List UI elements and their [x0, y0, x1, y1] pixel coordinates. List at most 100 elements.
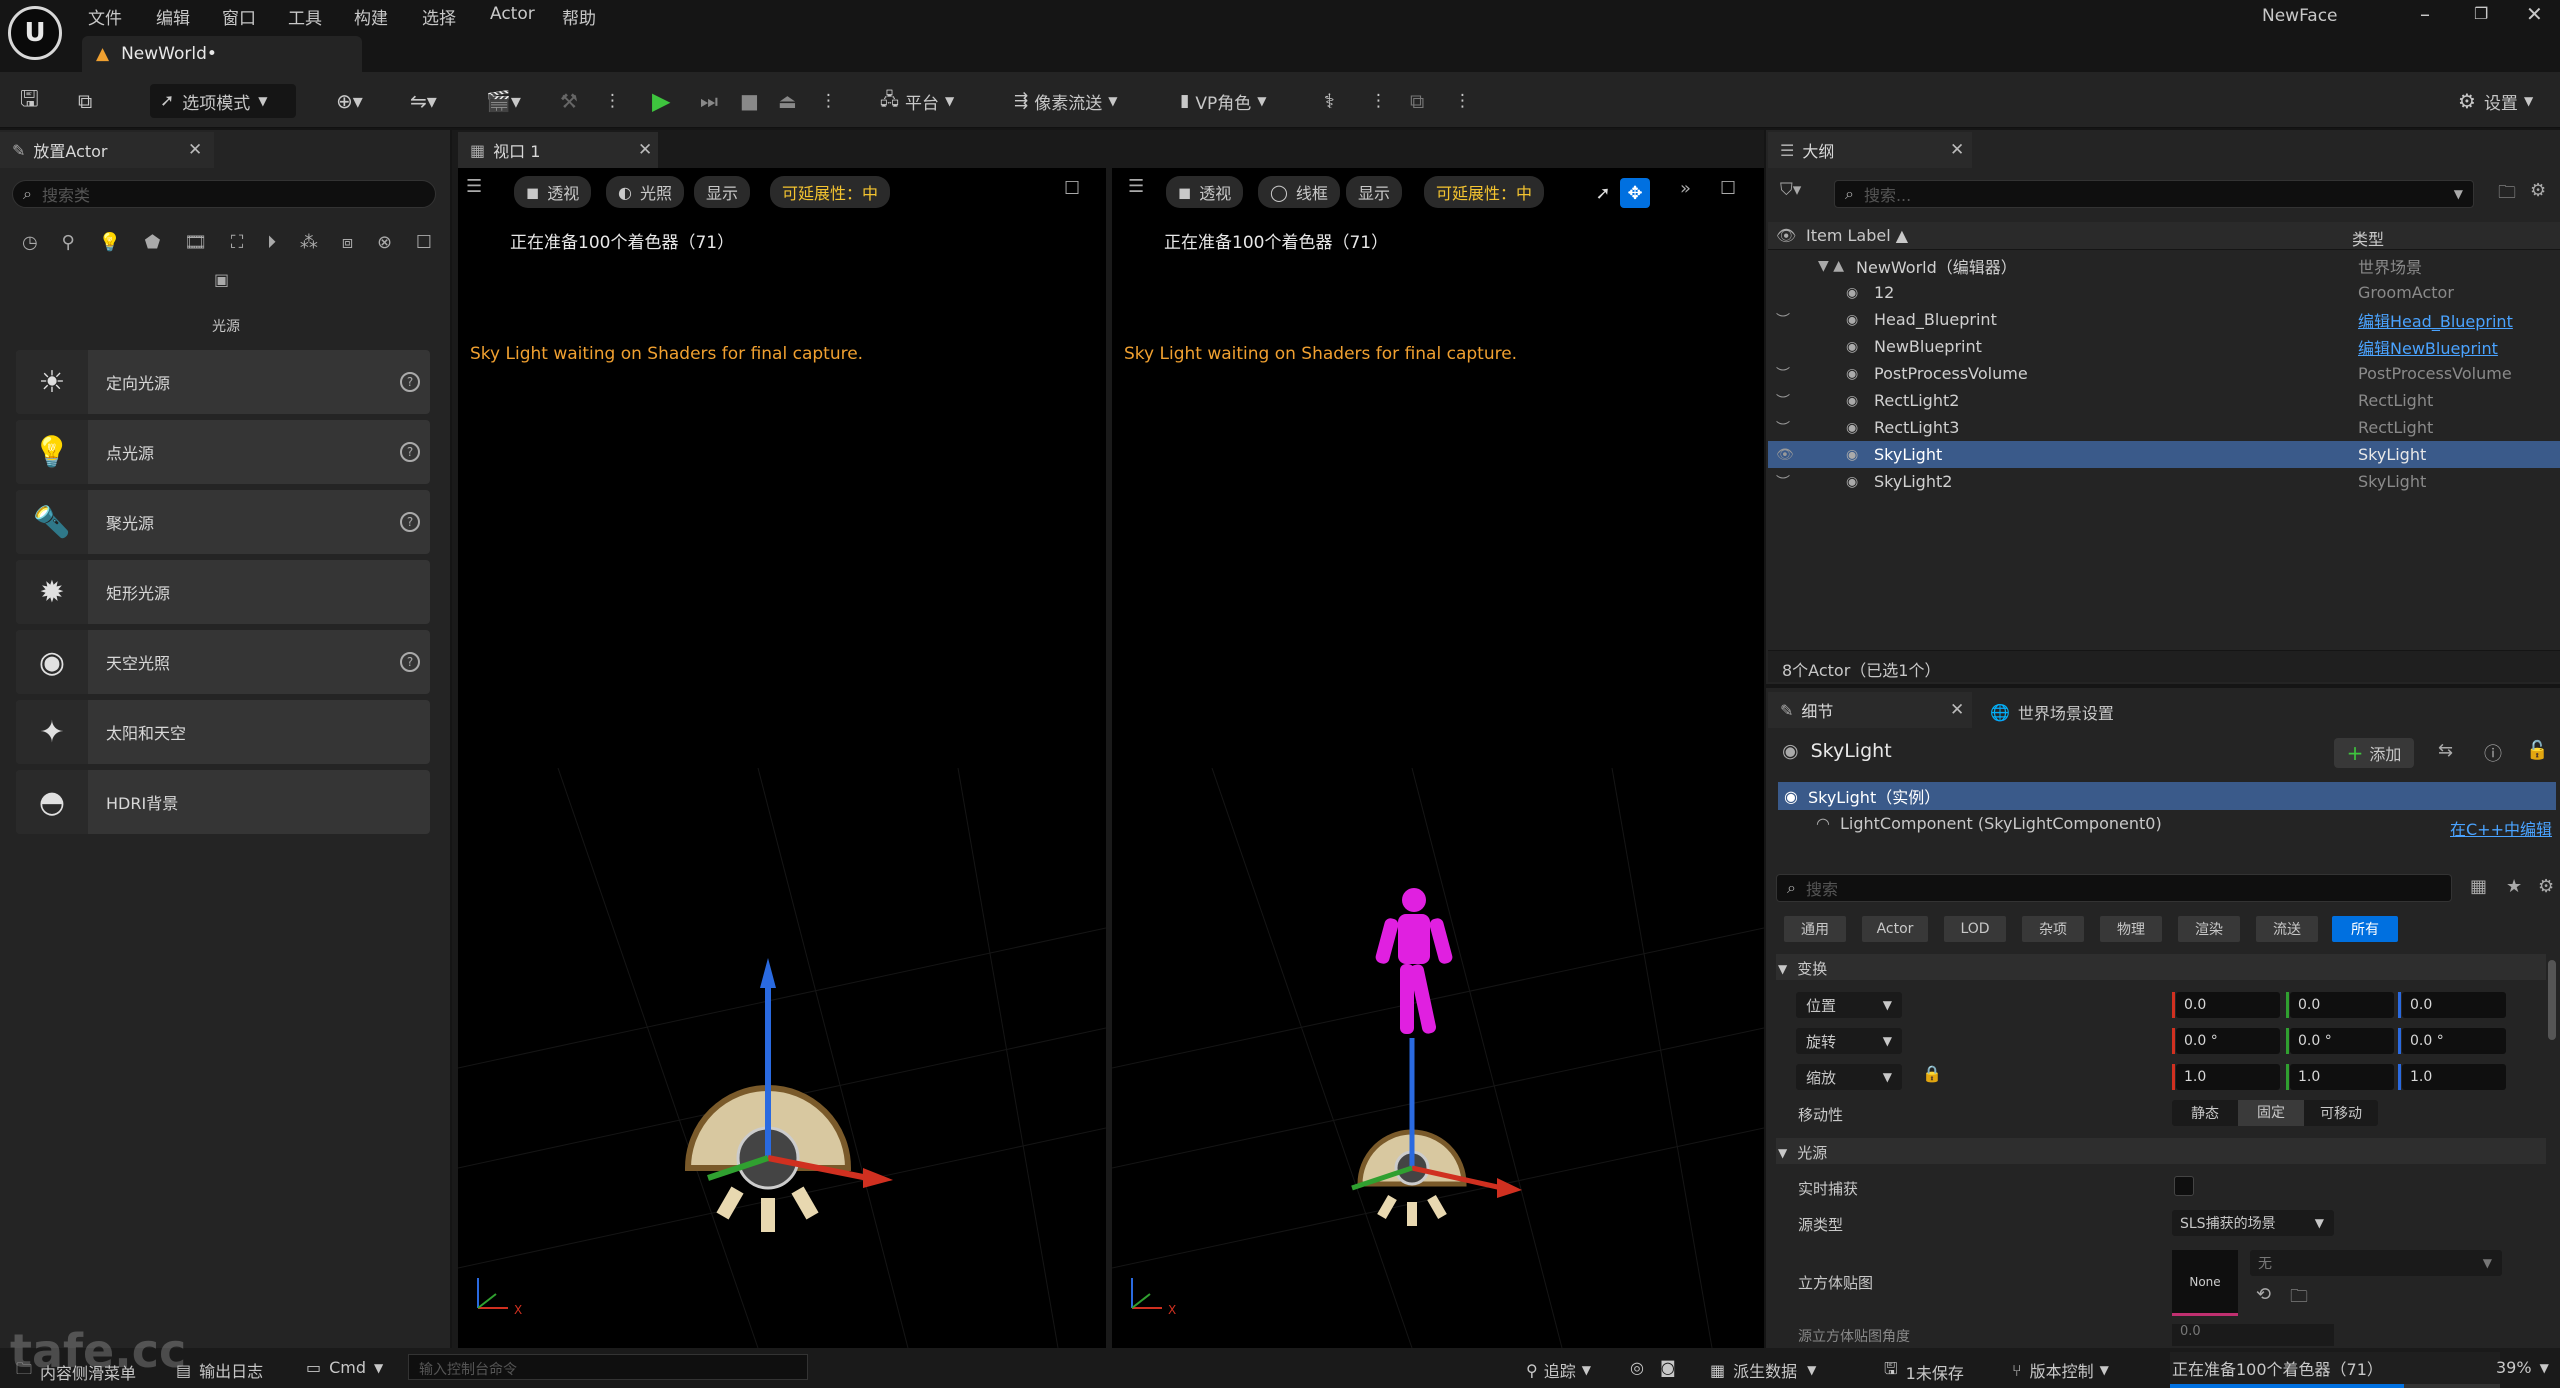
scale-y[interactable]: 1.0 [2290, 1064, 2394, 1090]
zoom-button[interactable]: 39% ▼ [2496, 1358, 2549, 1377]
viewport-menu-icon[interactable]: ☰ [1128, 176, 1144, 197]
step-icon[interactable]: ⏭ [700, 84, 718, 118]
add-actor-icon[interactable]: ⊕▾ [336, 84, 363, 118]
close-window-icon[interactable]: ✕ [2526, 2, 2543, 26]
details-tab[interactable]: ✎ 细节 [1768, 692, 1972, 728]
physics-icon[interactable]: ⊗ [377, 232, 392, 253]
realtime-capture-checkbox[interactable] [2174, 1176, 2194, 1196]
scale-z[interactable]: 1.0 [2402, 1064, 2506, 1090]
menu-select[interactable]: 选择 [422, 4, 456, 29]
select-tool-icon[interactable]: ➚ [1588, 178, 1618, 208]
visual-effects-icon[interactable]: ⛶ [231, 232, 244, 253]
filter-rendering[interactable]: 渲染 [2178, 916, 2240, 942]
content-browser-icon[interactable]: ⧉ [78, 84, 92, 118]
perspective-button[interactable]: ◼ 透视 [1166, 176, 1244, 208]
light-component-row[interactable]: ◠ LightComponent (SkyLightComponent0) [1816, 814, 2162, 833]
filter-misc[interactable]: 杂项 [2022, 916, 2084, 942]
mode-selector[interactable]: ➚ 选项模式 ▼ [150, 84, 296, 118]
menu-build[interactable]: 构建 [354, 4, 388, 29]
gear-icon[interactable]: ⚙ [2530, 180, 2546, 201]
settings-button[interactable]: ⚙ 设置 ▼ [2458, 84, 2533, 118]
grid-view-icon[interactable]: ▦ [2470, 876, 2487, 897]
actor-item-sun-sky[interactable]: ✦ 太阳和天空 [16, 700, 430, 764]
menu-help[interactable]: 帮助 [562, 4, 596, 29]
viewport-tab[interactable]: ▦ 视口 1 [458, 132, 658, 168]
unsaved-button[interactable]: 🖫 1未保存 [1884, 1358, 1964, 1385]
screenshot-icon[interactable]: ◙ [1660, 1358, 1676, 1377]
expand-toolbar-icon[interactable]: » [1680, 178, 1691, 199]
add-folder-icon[interactable]: 🗀 [2498, 180, 2516, 210]
outliner-tab[interactable]: ☰ 大纲 [1768, 132, 1972, 168]
outliner-row[interactable]: ︶ ◉ SkyLight2 SkyLight [1768, 468, 2560, 495]
help-icon[interactable]: ? [400, 442, 420, 462]
actor-item-directional-light[interactable]: ☀ 定向光源 ? [16, 350, 430, 414]
close-tab-icon[interactable]: ✕ [1950, 140, 1964, 160]
lights-category-icon[interactable]: 💡 [98, 232, 120, 253]
menu-actor[interactable]: Actor [490, 4, 535, 24]
outliner-row[interactable]: ︶ ◉ PostProcessVolume PostProcessVolume [1768, 360, 2560, 387]
cinematics-icon[interactable]: 🎬▾ [486, 84, 521, 118]
close-tab-icon[interactable]: ✕ [638, 140, 652, 160]
details-search-input[interactable]: ⌕ 搜索 [1776, 874, 2452, 902]
add-component-button[interactable]: + 添加 [2334, 738, 2414, 768]
rotation-x[interactable]: 0.0 ° [2176, 1028, 2280, 1054]
all-classes-icon[interactable]: ⧈ [342, 232, 353, 253]
cinematic-icon[interactable]: 🎞 [184, 232, 207, 253]
multi-user-icon[interactable]: ⧉ [1410, 84, 1424, 118]
blueprint-icon[interactable]: ⇋▾ [410, 84, 437, 118]
eject-icon[interactable]: ⏏ [778, 84, 797, 118]
visibility-toggle-icon[interactable]: ︶ [1776, 310, 1790, 330]
shapes-icon[interactable]: ⬟ [145, 232, 161, 253]
actor-item-spot-light[interactable]: 🔦 聚光源 ? [16, 490, 430, 554]
outliner-row[interactable]: ◉ 12 GroomActor [1768, 279, 2560, 306]
lock-icon[interactable]: 🔒 [1922, 1064, 1942, 1083]
extra-category-icon[interactable]: ▣ [214, 270, 229, 289]
outliner-item-type[interactable]: 编辑Head_Blueprint [2358, 308, 2513, 332]
item-label-header[interactable]: Item Label ▲ [1806, 226, 1908, 245]
outliner-row[interactable]: ︶ ◉ RectLight2 RectLight [1768, 387, 2560, 414]
show-button[interactable]: 显示 [694, 176, 751, 208]
show-button[interactable]: 显示 [1346, 176, 1403, 208]
type-header[interactable]: 类型 [2352, 226, 2384, 250]
shader-progress[interactable]: 正在准备100个着色器（71） [2170, 1352, 2500, 1388]
filter-general[interactable]: 通用 [1784, 916, 1846, 942]
mobility-stationary[interactable]: 固定 [2238, 1100, 2304, 1126]
stop-icon[interactable]: ■ [740, 84, 759, 118]
unreal-logo-icon[interactable]: U [8, 6, 62, 60]
component-instance-row[interactable]: ◉ SkyLight（实例） [1778, 782, 2556, 810]
basic-icon[interactable]: ⚲ [62, 232, 75, 253]
scalability-button[interactable]: 可延展性：中 [770, 176, 891, 208]
filter-physics[interactable]: 物理 [2100, 916, 2162, 942]
menu-tools[interactable]: 工具 [288, 4, 322, 29]
content-drawer-button[interactable]: 🗀 内容侧滑菜单 [16, 1358, 136, 1385]
world-settings-tab[interactable]: 🌐 世界场景设置 [1990, 700, 2114, 724]
outliner-row[interactable]: ︶ ◉ Head_Blueprint 编辑Head_Blueprint [1768, 306, 2560, 333]
outliner-row[interactable]: ◉ NewBlueprint 编辑NewBlueprint [1768, 333, 2560, 360]
wireframe-mode-button[interactable]: ◯ 线框 [1258, 176, 1340, 208]
help-icon[interactable]: ? [400, 652, 420, 672]
filter-lod[interactable]: LOD [1944, 916, 2006, 942]
minimize-icon[interactable]: – [2420, 2, 2430, 26]
close-tab-icon[interactable]: ✕ [1950, 700, 1964, 720]
scale-dropdown[interactable]: 缩放 ▼ [1796, 1064, 1902, 1090]
rotation-dropdown[interactable]: 旋转 ▼ [1796, 1028, 1902, 1054]
help-icon[interactable]: ? [400, 372, 420, 392]
place-actors-tab[interactable]: ✎ 放置Actor [0, 132, 214, 168]
lit-mode-button[interactable]: ◐ 光照 [606, 176, 684, 208]
outliner-row[interactable]: ▼ ▲ NewWorld（编辑器） 世界场景 [1768, 252, 2560, 279]
cubemap-asset-dropdown[interactable]: 无 ▼ [2250, 1250, 2502, 1276]
scale-x[interactable]: 1.0 [2176, 1064, 2280, 1090]
perspective-button[interactable]: ◼ 透视 [514, 176, 592, 208]
maximize-viewport-icon[interactable]: ☐ [1720, 178, 1736, 199]
viewport-menu-icon[interactable]: ☰ [466, 176, 482, 197]
more-icon[interactable]: ⋮ [1370, 84, 1387, 118]
details-scrollbar[interactable] [2548, 960, 2556, 1040]
cubemap-thumbnail[interactable]: None [2172, 1250, 2238, 1316]
save-icon[interactable]: 🖫 [20, 84, 39, 118]
build-icon[interactable]: ⚒ [560, 84, 578, 118]
visibility-toggle-icon[interactable]: ︶ [1776, 418, 1790, 438]
output-log-button[interactable]: ▤ 输出日志 [176, 1358, 263, 1382]
menu-file[interactable]: 文件 [88, 4, 122, 29]
maximize-icon[interactable]: ❐ [2474, 4, 2488, 23]
rotation-z[interactable]: 0.0 ° [2402, 1028, 2506, 1054]
